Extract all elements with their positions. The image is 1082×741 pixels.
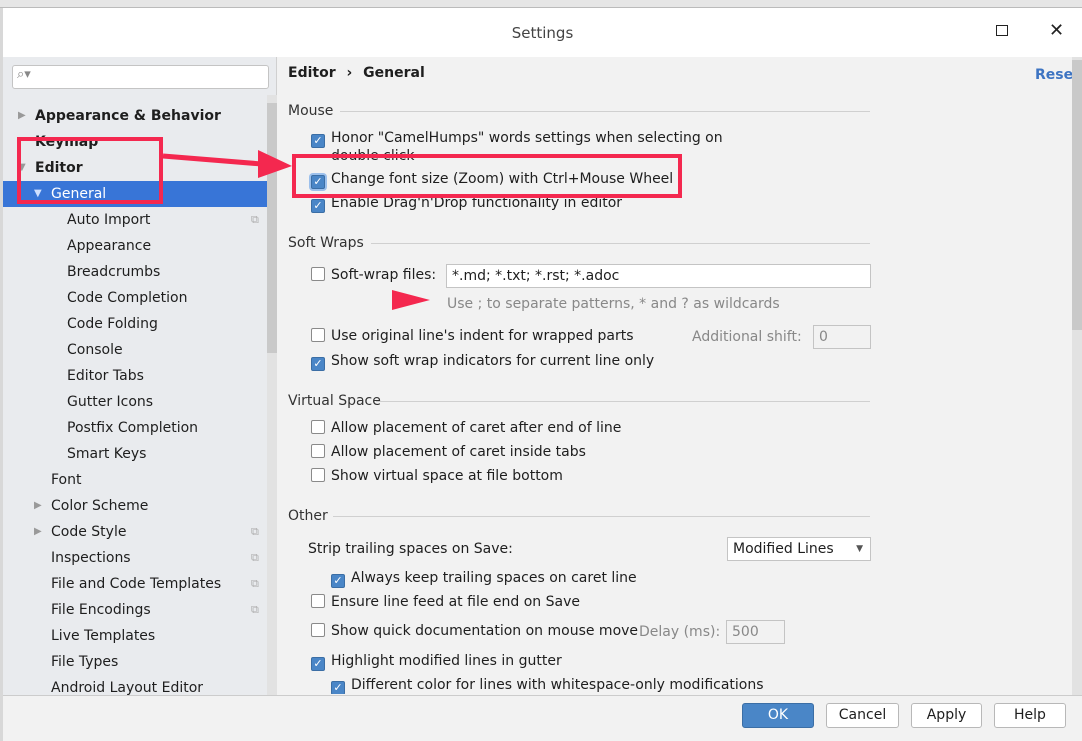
annotation-arrow-line <box>162 153 263 167</box>
annotation-arrows <box>162 150 430 310</box>
annotation-pointer-icon <box>392 290 430 310</box>
annotation-arrow-head <box>258 150 292 178</box>
